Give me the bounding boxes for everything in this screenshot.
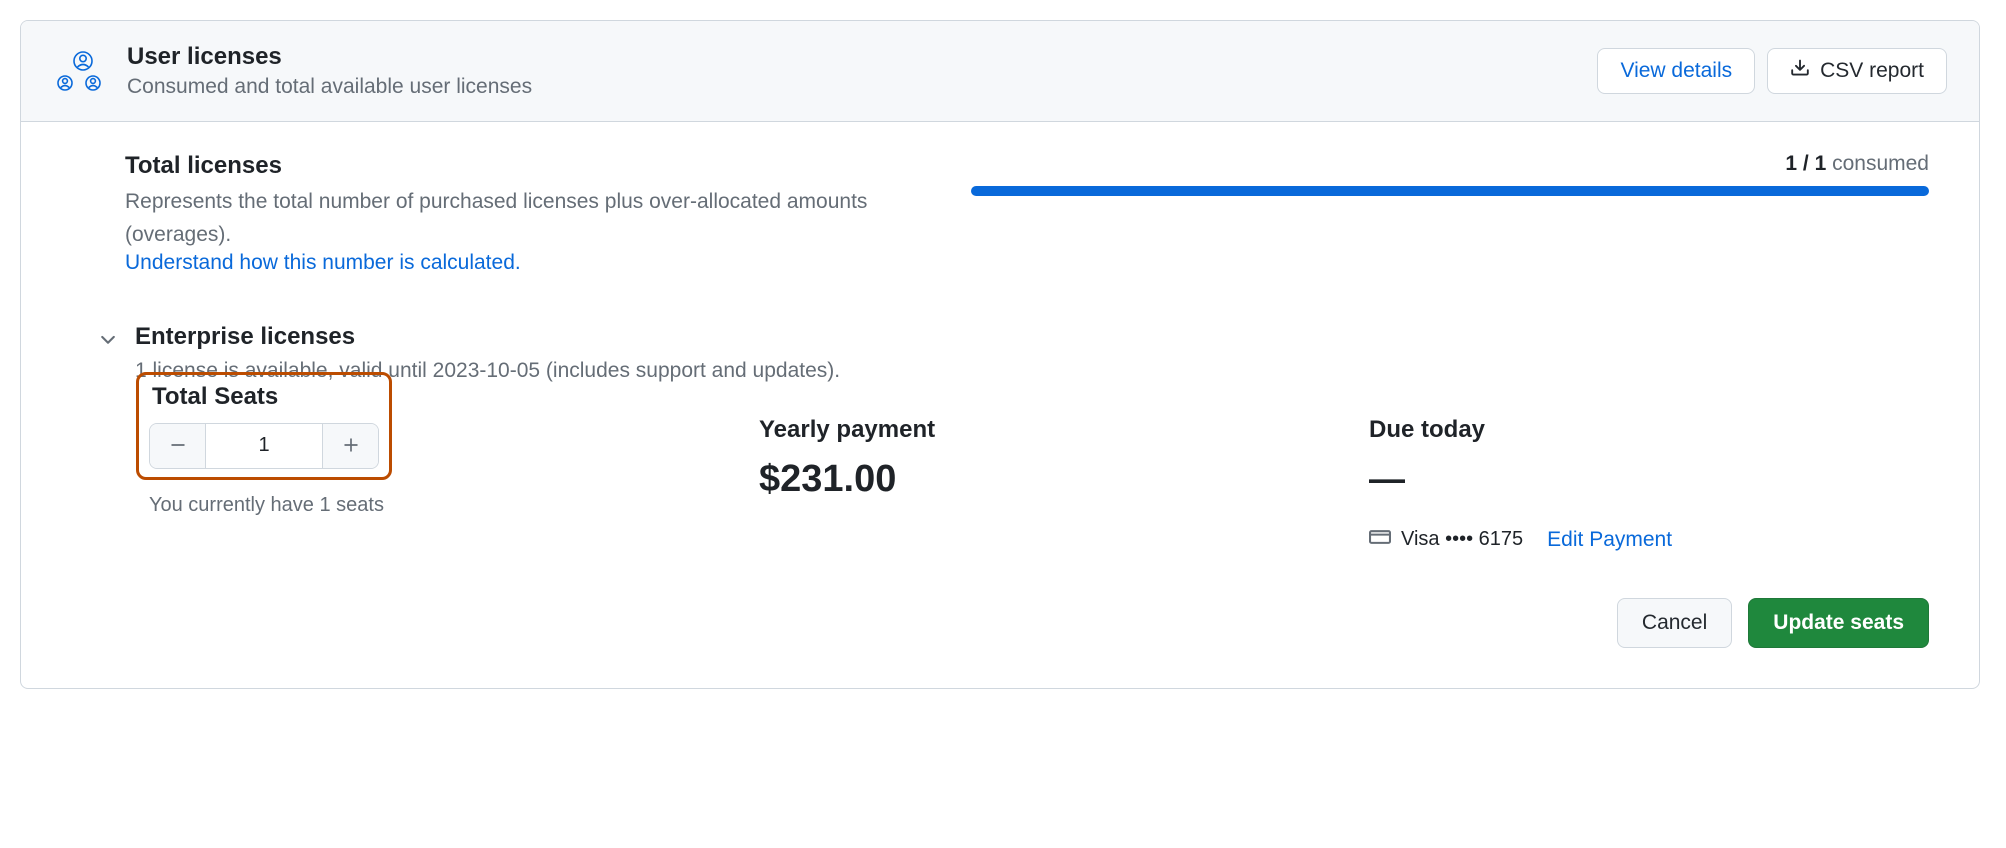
csv-report-button[interactable]: CSV report	[1767, 48, 1947, 94]
total-licenses-section: Total licenses Represents the total numb…	[61, 152, 1939, 275]
users-icon	[53, 45, 105, 97]
cancel-button[interactable]: Cancel	[1617, 598, 1732, 648]
seats-stepper	[149, 423, 379, 469]
panel-header: User licenses Consumed and total availab…	[21, 21, 1979, 122]
user-licenses-panel: User licenses Consumed and total availab…	[20, 20, 1980, 689]
enterprise-title: Enterprise licenses	[135, 323, 840, 351]
update-seats-button[interactable]: Update seats	[1748, 598, 1929, 648]
minus-icon	[169, 430, 187, 461]
view-details-button[interactable]: View details	[1597, 48, 1755, 94]
header-subtitle: Consumed and total available user licens…	[127, 75, 1575, 99]
understand-link[interactable]: Understand how this number is calculated…	[125, 251, 521, 274]
yearly-column: Yearly payment $231.00	[759, 416, 1329, 554]
card-icon	[1369, 526, 1391, 554]
card-text: Visa •••• 6175	[1401, 528, 1523, 551]
total-licenses-title: Total licenses	[125, 152, 931, 180]
increment-button[interactable]	[322, 424, 378, 468]
progress-bar	[971, 186, 1929, 196]
seats-column: Total Seats	[149, 416, 719, 554]
chevron-down-icon[interactable]	[97, 329, 119, 356]
footer-actions: Cancel Update seats	[61, 598, 1939, 648]
due-amount: —	[1369, 458, 1939, 500]
header-text: User licenses Consumed and total availab…	[127, 43, 1575, 99]
total-licenses-desc: Represents the total number of purchased…	[125, 186, 931, 251]
due-column: Due today — Visa •••• 6175 Edit Payment	[1369, 416, 1939, 554]
edit-payment-link[interactable]: Edit Payment	[1547, 528, 1672, 552]
header-actions: View details CSV report	[1597, 48, 1947, 94]
payment-row: Visa •••• 6175 Edit Payment	[1369, 526, 1939, 554]
plus-icon	[342, 430, 360, 461]
seats-input[interactable]	[206, 424, 322, 468]
consumed-count: 1 / 1	[1785, 152, 1826, 175]
yearly-amount: $231.00	[759, 458, 1329, 501]
header-title: User licenses	[127, 43, 1575, 71]
yearly-title: Yearly payment	[759, 416, 1329, 444]
total-licenses-text: Total licenses Represents the total numb…	[61, 152, 931, 275]
edit-columns: Total Seats	[61, 416, 1939, 554]
progress-wrap: 1 / 1 consumed	[971, 152, 1939, 196]
seats-title: Total Seats	[152, 383, 379, 411]
csv-report-label: CSV report	[1820, 59, 1924, 83]
download-icon	[1790, 58, 1810, 84]
seats-highlight: Total Seats	[136, 372, 392, 480]
due-title: Due today	[1369, 416, 1939, 444]
panel-body: Total licenses Represents the total numb…	[21, 122, 1979, 688]
consumed-label: 1 / 1 consumed	[971, 152, 1929, 176]
decrement-button[interactable]	[150, 424, 206, 468]
seats-note: You currently have 1 seats	[149, 494, 719, 517]
consumed-suffix: consumed	[1826, 152, 1929, 175]
